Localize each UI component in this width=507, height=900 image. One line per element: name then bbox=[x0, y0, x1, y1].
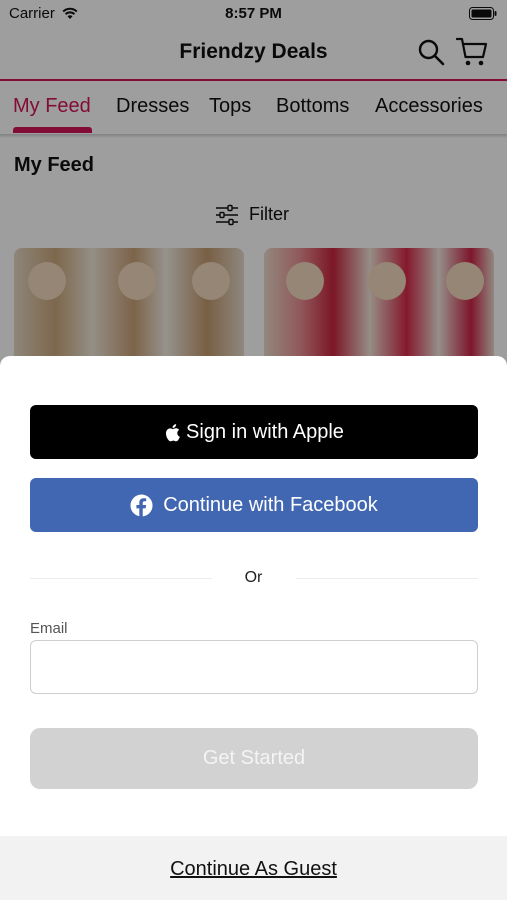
guest-bar: Continue As Guest bbox=[0, 836, 507, 900]
get-started-button[interactable]: Get Started bbox=[30, 728, 478, 789]
facebook-button-label: Continue with Facebook bbox=[163, 493, 378, 516]
apple-icon bbox=[166, 423, 180, 441]
sign-in-sheet: Sign in with Apple Continue with Faceboo… bbox=[0, 356, 507, 900]
continue-as-guest-link[interactable]: Continue As Guest bbox=[0, 858, 507, 881]
email-label: Email bbox=[30, 620, 68, 637]
apple-button-label: Sign in with Apple bbox=[186, 420, 344, 443]
facebook-icon bbox=[130, 493, 153, 517]
email-field[interactable] bbox=[30, 640, 478, 694]
divider-line bbox=[296, 578, 478, 579]
get-started-label: Get Started bbox=[202, 747, 306, 769]
sign-in-with-apple-button[interactable]: Sign in with Apple bbox=[30, 405, 478, 459]
continue-with-facebook-button[interactable]: Continue with Facebook bbox=[30, 478, 478, 532]
